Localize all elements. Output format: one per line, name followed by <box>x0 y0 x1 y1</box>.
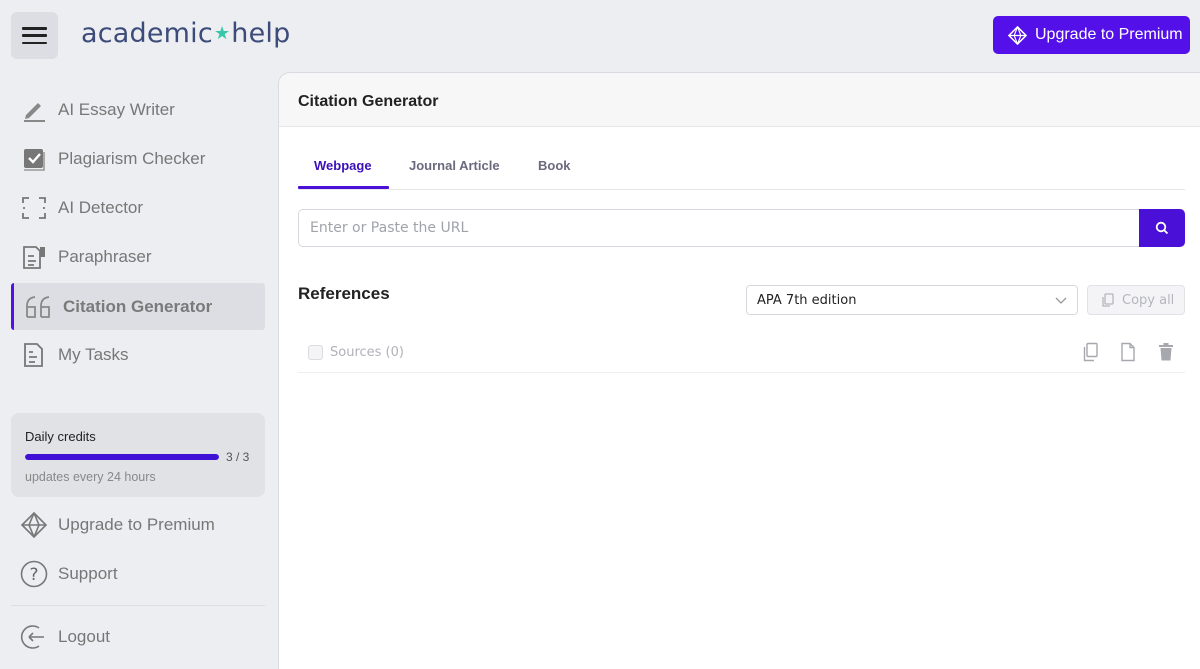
citation-type-tabs: Webpage Journal Article Book <box>298 146 1185 190</box>
logo-star-icon: ★ <box>213 23 231 44</box>
checkbox-icon <box>19 144 49 174</box>
tab-journal-article[interactable]: Journal Article <box>409 158 500 173</box>
search-icon <box>1155 221 1169 235</box>
credits-title: Daily credits <box>25 429 96 444</box>
sidebar: AI Essay Writer Plagiarism Checker AI De… <box>0 72 278 669</box>
copy-icon[interactable] <box>1083 342 1099 362</box>
sidebar-item-my-tasks[interactable]: My Tasks <box>11 331 265 378</box>
diamond-icon <box>19 510 49 540</box>
sidebar-item-ai-essay-writer[interactable]: AI Essay Writer <box>11 86 265 133</box>
copy-all-label: Copy all <box>1122 292 1175 308</box>
select-all-checkbox[interactable] <box>308 345 323 360</box>
diamond-icon <box>1008 25 1027 45</box>
citation-style-value: APA 7th edition <box>757 293 857 308</box>
scan-frame-icon <box>19 193 49 223</box>
credits-progress-bar <box>25 454 219 460</box>
hamburger-icon <box>22 27 47 44</box>
credits-count: 3 / 3 <box>226 450 250 464</box>
hamburger-menu-button[interactable] <box>11 12 58 59</box>
sources-row: Sources (0) <box>298 339 1185 373</box>
logo-text-right: help <box>231 18 291 49</box>
search-button[interactable] <box>1139 209 1185 247</box>
question-circle-icon: ? <box>19 559 49 589</box>
credits-note: updates every 24 hours <box>25 470 156 484</box>
chevron-down-icon <box>1055 297 1067 304</box>
sidebar-item-label: Plagiarism Checker <box>58 148 206 168</box>
quote-icon <box>24 292 54 322</box>
main-panel: Citation Generator Webpage Journal Artic… <box>278 72 1200 669</box>
sidebar-item-label: Support <box>58 563 118 583</box>
document-edit-icon <box>19 242 49 272</box>
top-bar: academic★help Upgrade to Premium <box>0 0 1200 72</box>
upgrade-premium-label: Upgrade to Premium <box>1035 26 1183 43</box>
sidebar-item-support[interactable]: ? Support <box>11 550 265 597</box>
url-input[interactable] <box>298 209 1140 247</box>
page-title: Citation Generator <box>279 73 1200 127</box>
references-heading: References <box>298 284 390 303</box>
tab-webpage[interactable]: Webpage <box>314 158 372 173</box>
sidebar-item-label: Logout <box>58 626 110 646</box>
sidebar-item-label: Upgrade to Premium <box>58 514 215 534</box>
sidebar-item-label: Paraphraser <box>58 246 152 266</box>
logo-text-left: academic <box>81 18 213 49</box>
copy-all-button[interactable]: Copy all <box>1087 285 1185 315</box>
sidebar-item-logout[interactable]: Logout <box>11 613 265 660</box>
pencil-icon <box>19 95 49 125</box>
sidebar-item-upgrade[interactable]: Upgrade to Premium <box>11 501 265 548</box>
tasks-icon <box>19 340 49 370</box>
sidebar-item-ai-detector[interactable]: AI Detector <box>11 184 265 231</box>
credits-progress-fill <box>25 454 219 460</box>
svg-text:?: ? <box>29 565 38 585</box>
app-logo[interactable]: academic★help <box>81 18 290 49</box>
sidebar-item-plagiarism-checker[interactable]: Plagiarism Checker <box>11 135 265 182</box>
logout-icon <box>19 622 49 652</box>
document-icon[interactable] <box>1120 342 1136 362</box>
sidebar-item-label: Citation Generator <box>63 296 213 316</box>
copy-icon <box>1102 293 1114 307</box>
tab-book[interactable]: Book <box>538 158 571 173</box>
sidebar-item-label: AI Essay Writer <box>58 99 175 119</box>
sidebar-item-paraphraser[interactable]: Paraphraser <box>11 233 265 280</box>
trash-icon[interactable] <box>1158 342 1174 362</box>
active-tab-indicator <box>298 186 389 189</box>
sidebar-item-citation-generator[interactable]: Citation Generator <box>11 283 265 330</box>
citation-style-select[interactable]: APA 7th edition <box>746 285 1078 315</box>
sources-count-label: Sources (0) <box>330 345 404 360</box>
upgrade-premium-button[interactable]: Upgrade to Premium <box>993 16 1190 54</box>
sidebar-divider <box>11 605 265 606</box>
sidebar-item-label: AI Detector <box>58 197 144 217</box>
daily-credits-panel: Daily credits 3 / 3 updates every 24 hou… <box>11 413 265 497</box>
sidebar-item-label: My Tasks <box>58 344 129 364</box>
